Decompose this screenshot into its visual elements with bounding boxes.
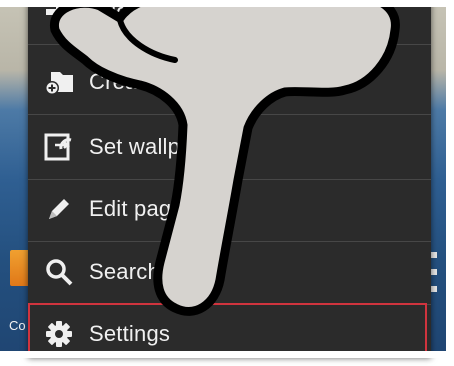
pencil-icon bbox=[42, 192, 76, 226]
menu-item-label: Search bbox=[89, 259, 160, 284]
menu-item-search[interactable]: Search bbox=[28, 240, 431, 305]
apps-grid-icon[interactable] bbox=[431, 252, 439, 292]
menu-item-create-folder[interactable]: Create folder bbox=[28, 50, 431, 115]
create-folder-icon bbox=[42, 65, 76, 99]
screenshot-border bbox=[446, 0, 454, 358]
menu-item-edit-page[interactable]: Edit page bbox=[28, 177, 431, 242]
app-icon-partial[interactable] bbox=[10, 250, 30, 286]
options-menu: Add apps and widgets Create folder Set w… bbox=[28, 0, 431, 358]
app-label-partial: Co bbox=[9, 318, 26, 333]
menu-item-label: Edit page bbox=[89, 196, 184, 221]
search-icon bbox=[42, 255, 76, 289]
settings-highlight-outline bbox=[28, 303, 427, 357]
screenshot-border bbox=[0, 0, 454, 7]
screenshot-border bbox=[0, 351, 454, 358]
menu-item-label: Create folder bbox=[89, 69, 219, 94]
menu-item-label: Set wallpaper bbox=[89, 134, 225, 159]
menu-item-set-wallpaper[interactable]: Set wallpaper bbox=[28, 115, 431, 180]
set-wallpaper-icon bbox=[42, 130, 76, 164]
